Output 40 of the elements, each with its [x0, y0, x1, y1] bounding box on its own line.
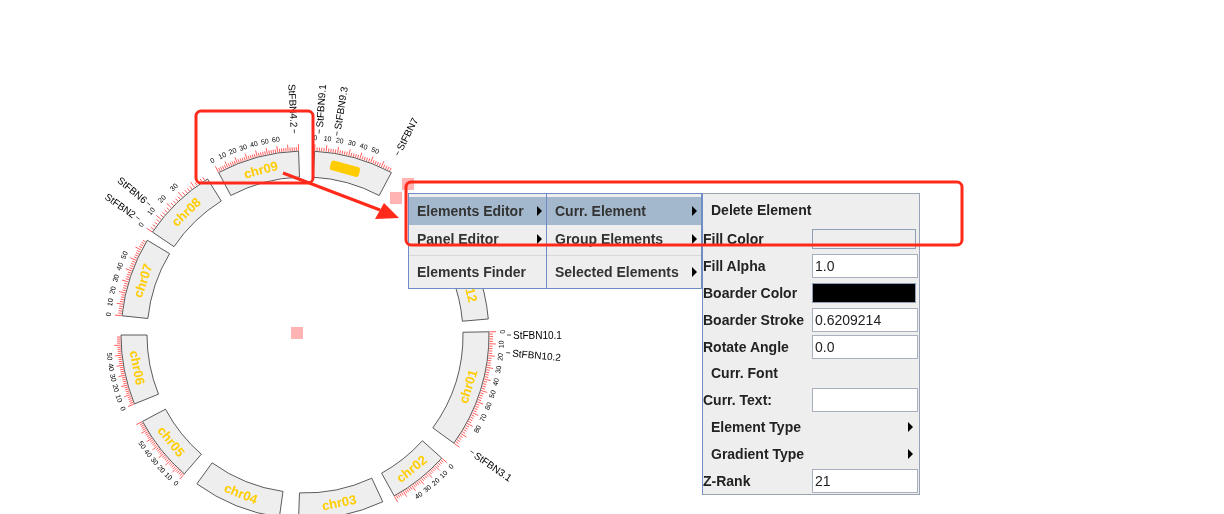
menu-item[interactable]: Elements Editor: [409, 197, 546, 225]
menu-item[interactable]: Delete Element: [703, 201, 919, 218]
input-field[interactable]: 21: [812, 468, 918, 493]
chromosome-label: chr01: [455, 367, 481, 406]
color-swatch[interactable]: [812, 229, 916, 250]
input-field[interactable]: 1.0: [812, 254, 918, 278]
gene-label: StFBN9.1: [314, 83, 328, 134]
menu-item[interactable]: Element Type: [703, 419, 919, 435]
gene-label: StFBN10.2: [505, 347, 562, 363]
chromosome-label: chr06: [126, 349, 148, 387]
property-label: Curr. Text:: [703, 392, 773, 409]
input-field[interactable]: 0.6209214: [812, 307, 918, 332]
chromosome-label: chr07: [130, 261, 156, 300]
menu-item[interactable]: Elements Finder: [409, 255, 546, 288]
chromosome-label: chr04: [222, 480, 260, 507]
gene-label: StFBN9.3: [332, 85, 350, 136]
gene-label: StFBN10.1: [506, 329, 562, 341]
chromosome-label: chr09: [242, 158, 280, 182]
property-label: Fill Color: [703, 231, 765, 248]
chromosome-label: 12: [462, 286, 481, 304]
menu-item[interactable]: Group Elements: [547, 225, 701, 253]
selection-handle[interactable]: [390, 192, 402, 204]
menu-item[interactable]: Curr. Font: [703, 365, 919, 382]
menu-item[interactable]: Selected Elements: [547, 255, 701, 288]
input-field[interactable]: [812, 388, 918, 413]
property-label: Boarder Color: [703, 284, 799, 301]
property-label: Boarder Stroke: [703, 311, 806, 328]
gene-label: StFBN4.2: [286, 83, 300, 134]
submenu-arrow-icon: [908, 448, 913, 459]
menu-item[interactable]: Panel Editor: [409, 225, 546, 253]
menu-item[interactable]: Curr. Element: [547, 197, 701, 225]
selection-handle[interactable]: [291, 327, 303, 339]
input-field[interactable]: 0.0: [812, 334, 918, 359]
property-label: Fill Alpha: [703, 258, 767, 274]
property-label: Z-Rank: [703, 472, 752, 489]
property-label: Rotate Angle: [703, 338, 790, 355]
menu-item[interactable]: Gradient Type: [703, 445, 919, 462]
chromosome-label: chr03: [320, 491, 358, 514]
submenu-arrow-icon: [908, 422, 913, 432]
color-swatch[interactable]: [812, 282, 916, 303]
